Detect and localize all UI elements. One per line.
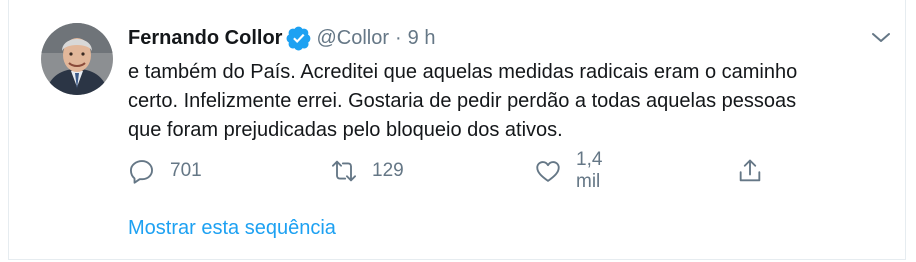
tweet-text: e também do País. Acreditei que aquelas … [128,58,888,145]
retweet-button[interactable]: 129 [330,155,404,187]
tweet-header: Fernando Collor @Collor · 9 h [128,24,435,52]
author-handle[interactable]: @Collor [316,27,389,50]
tweet-text-line: que foram prejudicadas pelo bloqueio dos… [128,119,563,141]
heart-icon [534,157,562,185]
share-icon [736,157,764,185]
chevron-down-icon[interactable] [869,28,893,48]
reply-button[interactable]: 701 [128,155,202,187]
show-thread-link[interactable]: Mostrar esta sequência [128,217,336,240]
share-button[interactable] [736,155,764,187]
retweet-count: 129 [372,160,404,181]
like-button[interactable]: 1,4 mil [534,149,602,192]
timestamp[interactable]: 9 h [408,27,436,50]
like-count: 1,4 mil [576,149,603,192]
author-name[interactable]: Fernando Collor [128,27,282,50]
verified-badge-icon [286,25,312,51]
tweet-text-line: certo. Infelizmente errei. Gostaria de p… [128,90,797,112]
reply-icon [128,157,156,185]
avatar[interactable] [41,23,113,95]
tweet-card[interactable]: Fernando Collor @Collor · 9 h e também d… [8,0,906,260]
tweet-text-line: e também do País. Acreditei que aquelas … [128,61,798,83]
retweet-icon [330,157,358,185]
reply-count: 701 [170,160,202,181]
separator-dot: · [395,26,402,49]
